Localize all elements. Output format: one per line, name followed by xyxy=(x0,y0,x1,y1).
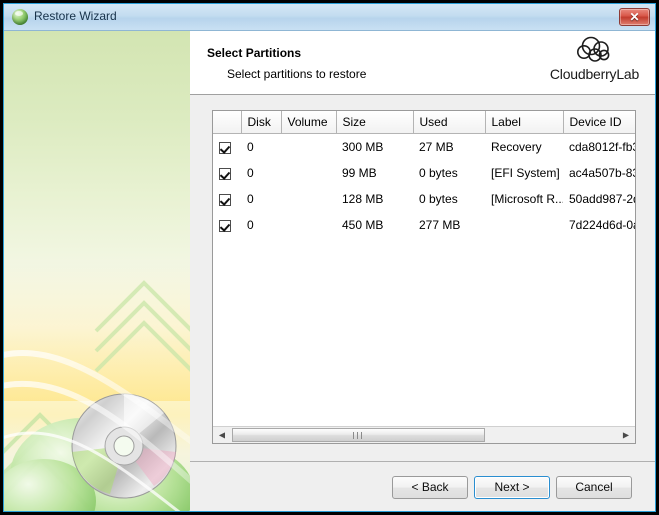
cell-volume xyxy=(281,212,336,238)
app-sphere-icon xyxy=(12,9,28,25)
cell-label: [EFI System] xyxy=(485,160,563,186)
wizard-content-pane: Select Partitions Select partitions to r… xyxy=(190,31,655,511)
cell-device-id: cda8012f-fb31- xyxy=(563,133,635,160)
row-checkbox[interactable] xyxy=(219,141,231,154)
cell-disk: 0 xyxy=(241,133,281,160)
row-checkbox-cell[interactable] xyxy=(213,133,241,160)
table-row[interactable]: 0 300 MB 27 MB Recovery cda8012f-fb31- xyxy=(213,133,635,160)
cell-volume xyxy=(281,186,336,212)
scrollbar-thumb[interactable] xyxy=(232,428,485,442)
cell-disk: 0 xyxy=(241,212,281,238)
cell-size: 300 MB xyxy=(336,133,413,160)
close-icon: ✕ xyxy=(629,10,640,24)
row-checkbox-cell[interactable] xyxy=(213,186,241,212)
row-checkbox-cell[interactable] xyxy=(213,212,241,238)
cell-size: 450 MB xyxy=(336,212,413,238)
table-row[interactable]: 0 450 MB 277 MB 7d224d6d-0a15 xyxy=(213,212,635,238)
title-bar: Restore Wizard ✕ xyxy=(4,4,655,31)
cell-device-id: 7d224d6d-0a15 xyxy=(563,212,635,238)
restore-wizard-window: Restore Wizard ✕ Select Partitions Selec… xyxy=(0,0,659,515)
scroll-left-glyph: ◀ xyxy=(218,430,226,440)
window-inner: Restore Wizard ✕ Select Partitions Selec… xyxy=(3,3,656,512)
page-subtitle: Select partitions to restore xyxy=(227,67,367,81)
cell-size: 99 MB xyxy=(336,160,413,186)
row-checkbox[interactable] xyxy=(219,219,231,232)
horizontal-scrollbar[interactable]: ◀ ▶ xyxy=(213,426,635,443)
cell-device-id: 50add987-2dc0 xyxy=(563,186,635,212)
scrollbar-grip-icon xyxy=(352,432,365,439)
cell-label: Recovery xyxy=(485,133,563,160)
wizard-footer: < Back Next > Cancel xyxy=(190,462,655,511)
scroll-right-glyph: ▶ xyxy=(622,430,630,440)
cell-disk: 0 xyxy=(241,160,281,186)
row-checkbox[interactable] xyxy=(219,193,231,206)
cloudberry-cloud-icon xyxy=(576,36,609,62)
sidebar-artwork xyxy=(4,261,190,511)
back-button[interactable]: < Back xyxy=(392,476,468,499)
column-header-volume[interactable]: Volume xyxy=(281,111,337,134)
table-row[interactable]: 0 128 MB 0 bytes [Microsoft R... 50add98… xyxy=(213,186,635,212)
cell-size: 128 MB xyxy=(336,186,413,212)
cell-label xyxy=(485,212,563,238)
wizard-header: Select Partitions Select partitions to r… xyxy=(190,31,655,95)
cell-used: 0 bytes xyxy=(413,186,485,212)
cancel-button[interactable]: Cancel xyxy=(556,476,632,499)
cell-used: 0 bytes xyxy=(413,160,485,186)
cell-volume xyxy=(281,160,336,186)
cell-disk: 0 xyxy=(241,186,281,212)
cell-used: 27 MB xyxy=(413,133,485,160)
brand-logo: CloudberryLab xyxy=(542,35,647,82)
column-header-device-id[interactable]: Device ID xyxy=(563,111,635,134)
partitions-table: Disk Volume Size Used Label Device ID 0 xyxy=(213,111,635,238)
partitions-table-panel[interactable]: Disk Volume Size Used Label Device ID 0 xyxy=(212,110,636,444)
cell-volume xyxy=(281,133,336,160)
table-header-row: Disk Volume Size Used Label Device ID xyxy=(213,111,635,134)
row-checkbox-cell[interactable] xyxy=(213,160,241,186)
page-title: Select Partitions xyxy=(207,46,302,60)
wizard-sidebar-banner xyxy=(4,31,190,511)
close-button[interactable]: ✕ xyxy=(619,8,650,26)
scroll-left-arrow-icon[interactable]: ◀ xyxy=(214,427,230,443)
column-header-disk[interactable]: Disk xyxy=(241,111,282,134)
column-header-used[interactable]: Used xyxy=(413,111,486,134)
column-header-size[interactable]: Size xyxy=(336,111,414,134)
cell-used: 277 MB xyxy=(413,212,485,238)
column-header-select[interactable] xyxy=(213,111,242,134)
column-header-label[interactable]: Label xyxy=(485,111,564,134)
brand-name: CloudberryLab xyxy=(549,66,640,82)
next-button[interactable]: Next > xyxy=(474,476,550,499)
cell-label: [Microsoft R... xyxy=(485,186,563,212)
cell-device-id: ac4a507b-83d5 xyxy=(563,160,635,186)
table-row[interactable]: 0 99 MB 0 bytes [EFI System] ac4a507b-83… xyxy=(213,160,635,186)
row-checkbox[interactable] xyxy=(219,167,231,180)
window-title: Restore Wizard xyxy=(34,9,117,23)
scroll-right-arrow-icon[interactable]: ▶ xyxy=(618,427,634,443)
table-body: 0 300 MB 27 MB Recovery cda8012f-fb31- 0… xyxy=(213,133,635,238)
